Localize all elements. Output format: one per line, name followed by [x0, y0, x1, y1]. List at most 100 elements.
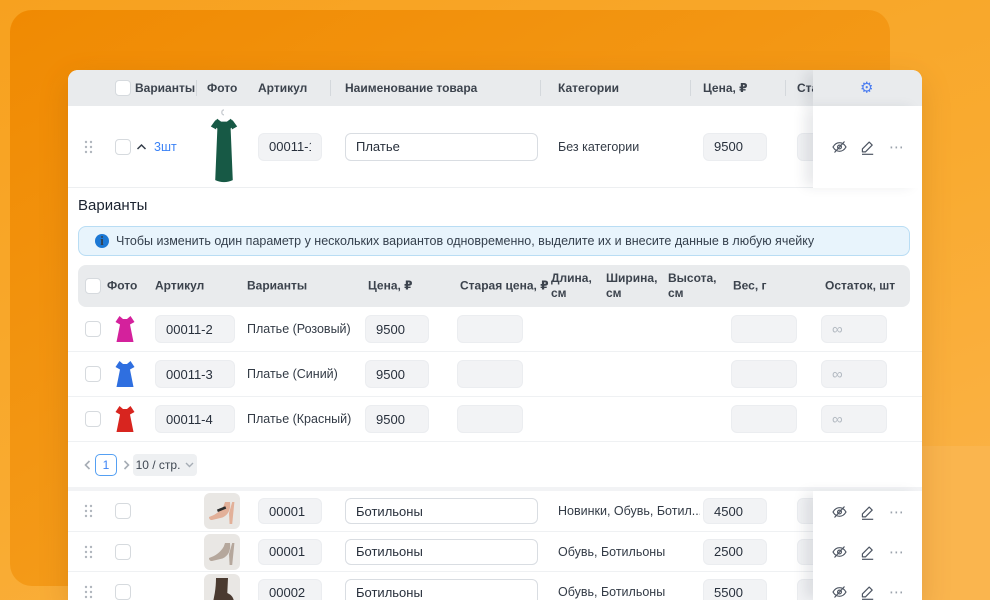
header-divider — [785, 80, 786, 96]
pagination-prev-icon[interactable] — [84, 459, 91, 470]
variants-panel: Варианты i Чтобы изменить один параметр … — [68, 188, 922, 487]
pagination-page-1[interactable]: 1 — [95, 454, 117, 476]
row-checkbox[interactable] — [115, 544, 131, 560]
product-row-botilony-1: Новинки, Обувь, Ботил... — [68, 491, 922, 532]
hide-eye-slash-icon[interactable] — [831, 503, 848, 520]
variant-price-input[interactable] — [365, 315, 429, 343]
vcol-weight: Вес, г — [733, 279, 767, 294]
per-page-select[interactable]: 10 / стр. — [133, 454, 197, 476]
variants-title: Варианты — [78, 197, 147, 214]
variant-old-price-input[interactable] — [457, 360, 523, 388]
hide-eye-slash-icon[interactable] — [831, 544, 848, 561]
variant-checkbox[interactable] — [85, 321, 101, 337]
name-input[interactable] — [345, 579, 538, 600]
variant-row: Платье (Красный) — [68, 397, 922, 442]
chevron-down-icon — [185, 462, 194, 468]
variant-row: Платье (Розовый) — [68, 307, 922, 352]
variant-row: Платье (Синий) — [68, 352, 922, 397]
vcol-stock: Остаток, шт — [825, 279, 895, 294]
header-divider — [540, 80, 541, 96]
variant-old-price-input[interactable] — [457, 405, 523, 433]
table-settings-gear-icon[interactable]: ⚙ — [860, 81, 873, 96]
price-input[interactable] — [703, 133, 767, 161]
variant-stock-input[interactable] — [821, 405, 887, 433]
header-divider — [690, 80, 691, 96]
drag-handle-icon[interactable] — [84, 585, 93, 599]
col-photo: Фото — [207, 81, 237, 95]
variant-stock-input[interactable] — [821, 360, 887, 388]
variant-price-input[interactable] — [365, 405, 429, 433]
variant-checkbox[interactable] — [85, 411, 101, 427]
variants-select-all-checkbox[interactable] — [85, 278, 101, 294]
col-sku: Артикул — [258, 81, 307, 95]
product-photo-boot-dark[interactable] — [204, 574, 240, 600]
variant-photo-blue-dress[interactable] — [107, 356, 143, 392]
product-row-botilony-3: Обувь, Ботильоны — [68, 572, 922, 600]
row-checkbox[interactable] — [115, 139, 131, 155]
vcol-variant: Варианты — [247, 279, 307, 294]
variants-pagination: 1 10 / стр. — [68, 442, 922, 487]
categories-value: Обувь, Ботильоны — [558, 585, 700, 599]
variant-sku-input[interactable] — [155, 405, 235, 433]
variant-name: Платье (Красный) — [247, 412, 351, 426]
variants-count-link[interactable]: 3шт — [154, 140, 177, 154]
variants-table-header: Фото Артикул Варианты Цена, ₽ Старая цен… — [78, 265, 910, 307]
hide-eye-slash-icon[interactable] — [831, 584, 848, 600]
pagination-next-icon[interactable] — [123, 459, 130, 470]
more-actions-icon[interactable]: ⋯ — [889, 138, 905, 156]
row-checkbox[interactable] — [115, 584, 131, 600]
price-input[interactable] — [703, 498, 767, 524]
vcol-length: Длина, см — [551, 271, 597, 301]
edit-pencil-icon[interactable] — [859, 503, 876, 520]
variant-weight-input[interactable] — [731, 315, 797, 343]
drag-handle-icon[interactable] — [84, 504, 93, 518]
sku-input[interactable] — [258, 133, 322, 161]
variant-weight-input[interactable] — [731, 360, 797, 388]
row-checkbox[interactable] — [115, 503, 131, 519]
vcol-old-price: Старая цена, ₽ — [460, 279, 549, 294]
col-categories: Категории — [558, 81, 619, 95]
product-photo-heel-beige[interactable] — [204, 493, 240, 529]
hide-eye-slash-icon[interactable] — [831, 139, 848, 156]
edit-pencil-icon[interactable] — [859, 544, 876, 561]
drag-handle-icon[interactable] — [84, 140, 93, 154]
category-value: Без категории — [558, 140, 639, 154]
price-input[interactable] — [703, 539, 767, 565]
vcol-photo: Фото — [107, 279, 137, 294]
price-input[interactable] — [703, 579, 767, 600]
products-table-card: Варианты Фото Артикул Наименование товар… — [68, 70, 922, 600]
variant-weight-input[interactable] — [731, 405, 797, 433]
variants-info-banner: i Чтобы изменить один параметр у несколь… — [78, 226, 910, 256]
select-all-checkbox[interactable] — [115, 80, 131, 96]
name-input[interactable] — [345, 539, 538, 565]
product-photo-heel-grey[interactable] — [204, 534, 240, 570]
variant-sku-input[interactable] — [155, 360, 235, 388]
variant-photo-red-dress[interactable] — [107, 401, 143, 437]
edit-pencil-icon[interactable] — [859, 139, 876, 156]
sku-input[interactable] — [258, 498, 322, 524]
sku-input[interactable] — [258, 579, 322, 600]
variant-stock-input[interactable] — [821, 315, 887, 343]
collapse-variants-icon[interactable] — [136, 143, 147, 150]
product-row-botilony-2: Обувь, Ботильоны — [68, 532, 922, 572]
more-actions-icon[interactable]: ⋯ — [889, 503, 905, 521]
variant-price-input[interactable] — [365, 360, 429, 388]
per-page-value: 10 / стр. — [136, 458, 181, 472]
variant-sku-input[interactable] — [155, 315, 235, 343]
name-input[interactable] — [345, 498, 538, 524]
variant-name: Платье (Синий) — [247, 367, 338, 381]
variant-old-price-input[interactable] — [457, 315, 523, 343]
header-divider — [330, 80, 331, 96]
variant-photo-pink-dress[interactable] — [107, 311, 143, 347]
header-divider — [196, 80, 197, 96]
variant-checkbox[interactable] — [85, 366, 101, 382]
name-input[interactable] — [345, 133, 538, 161]
more-actions-icon[interactable]: ⋯ — [889, 543, 905, 561]
sticky-rows-actions: ⋯ ⋯ ⋯ — [813, 491, 922, 600]
edit-pencil-icon[interactable] — [859, 584, 876, 600]
drag-handle-icon[interactable] — [84, 545, 93, 559]
more-actions-icon[interactable]: ⋯ — [889, 583, 905, 600]
vcol-sku: Артикул — [155, 279, 204, 294]
sku-input[interactable] — [258, 539, 322, 565]
product-photo-dress[interactable] — [202, 108, 246, 186]
